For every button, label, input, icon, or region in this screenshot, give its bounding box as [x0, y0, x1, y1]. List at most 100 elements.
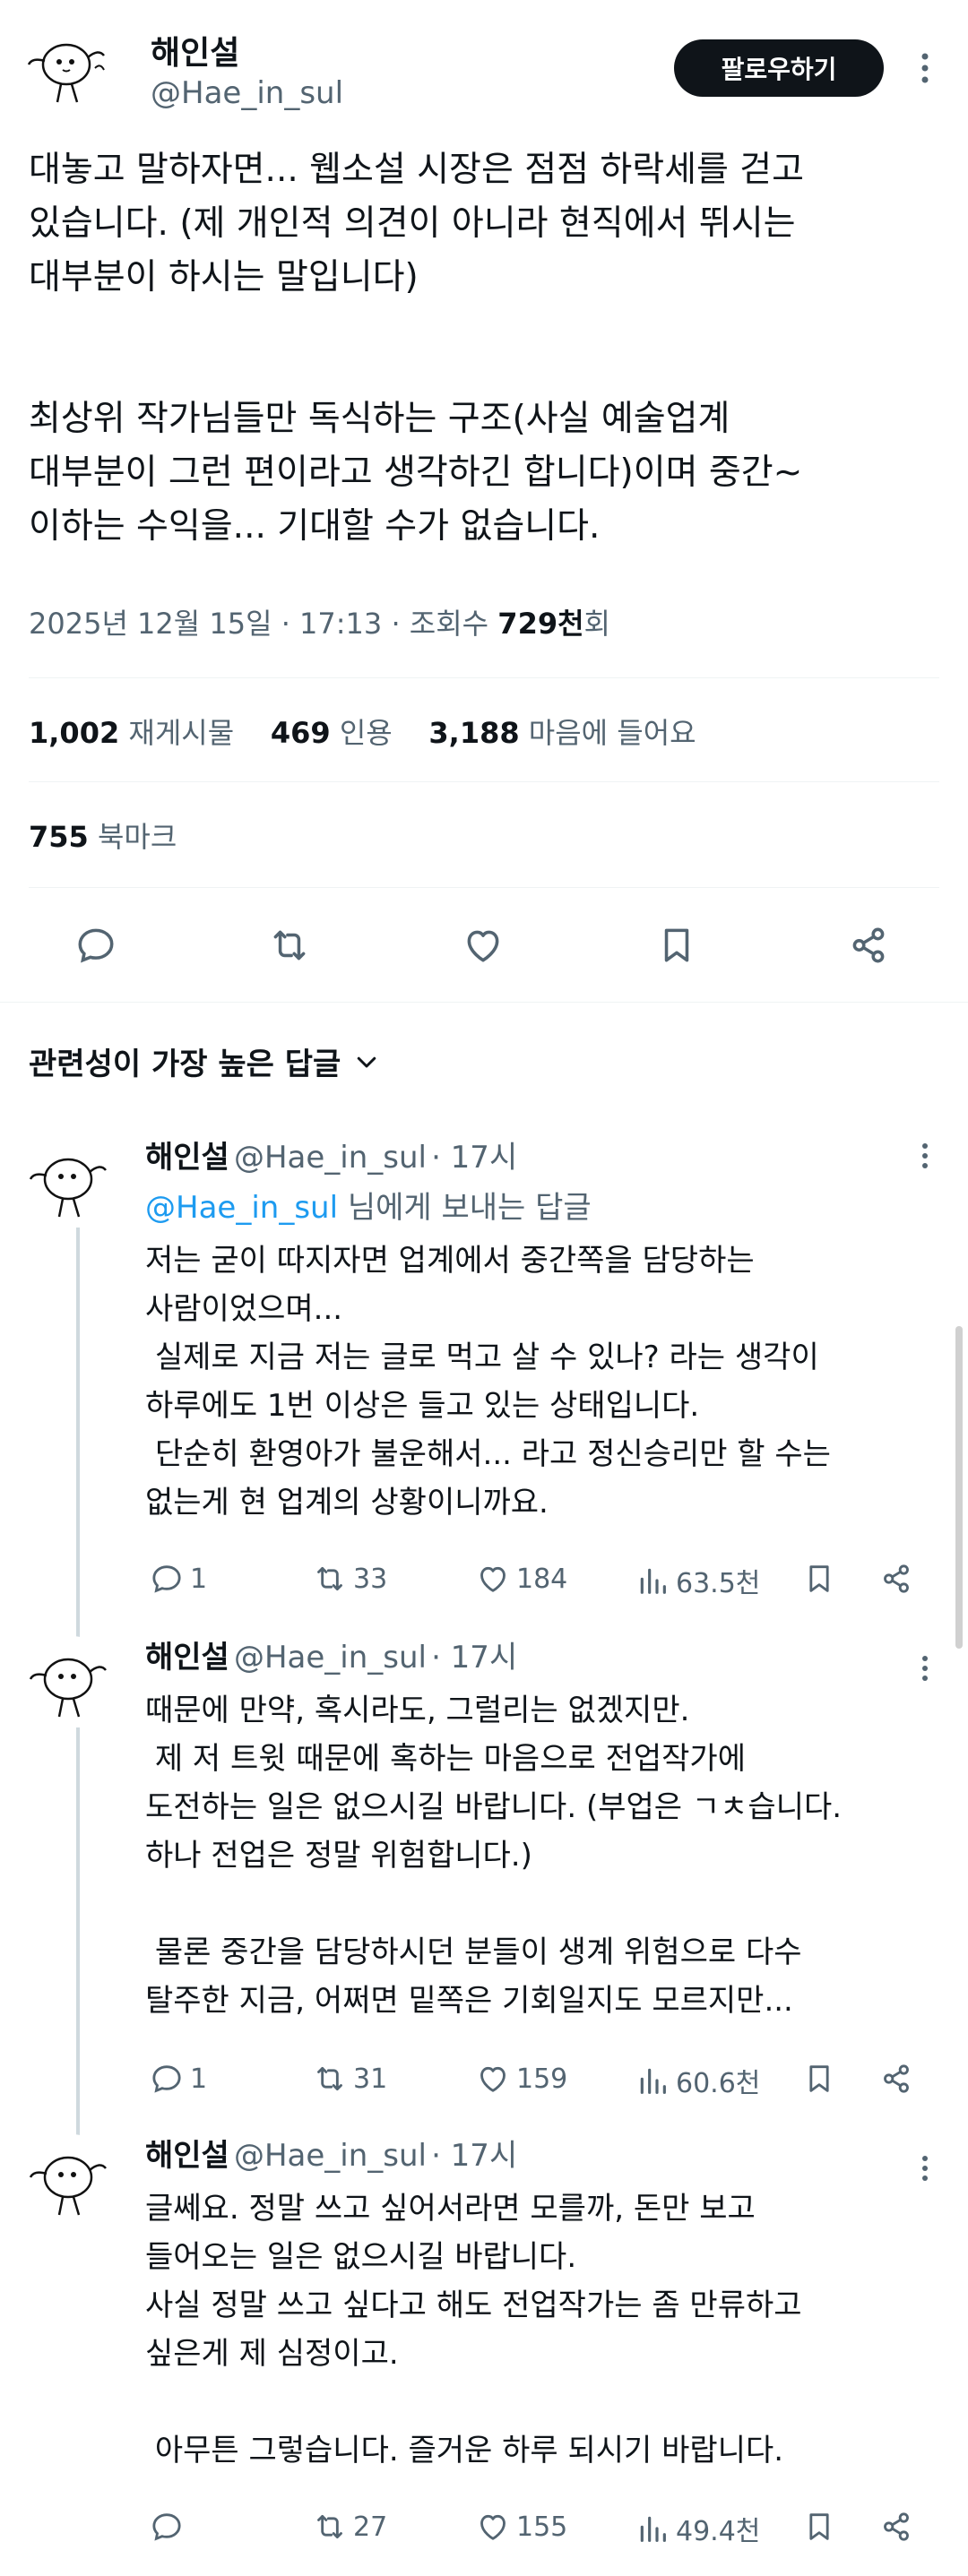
reply-button[interactable] — [73, 923, 118, 968]
like-button[interactable] — [461, 923, 506, 968]
reply-text: 글쎄요. 정말 쓰고 싶어서라면 모를까, 돈만 보고 들어오는 일은 없으시길… — [145, 2191, 802, 2468]
reply-text: 저는 굳이 따지자면 업계에서 중간쪽을 담당하는 사람이었으며... 실제로 … — [145, 1243, 831, 1521]
reply-like-button[interactable]: 159 — [475, 2061, 567, 2097]
more-options-icon[interactable] — [907, 50, 943, 86]
reply-time[interactable]: · 17시 — [431, 1140, 517, 1176]
reply-like-button[interactable]: 184 — [475, 1561, 567, 1597]
avatar-drawing-icon — [29, 2156, 107, 2216]
avatar-drawing-icon — [27, 43, 105, 103]
post-views-value: 729천 — [497, 607, 584, 641]
quotes-stat[interactable]: 469 인용 — [271, 716, 393, 750]
reply-icon — [152, 2065, 181, 2093]
reply-avatar[interactable] — [27, 2134, 117, 2224]
scrollbar[interactable] — [955, 1326, 963, 1649]
reply-header: 해인설 @Hae_in_sul · 17시 — [145, 1133, 517, 1176]
thread-line — [76, 1228, 80, 1649]
reply-share-button[interactable] — [878, 1561, 920, 1597]
reply-share-button[interactable] — [878, 2509, 920, 2545]
likes-label: 마음에 들어요 — [528, 716, 696, 750]
reply-icon — [152, 1565, 181, 1593]
share-icon — [852, 927, 885, 963]
reposts-stat[interactable]: 1,002 재게시물 — [29, 716, 234, 750]
reply-views-button[interactable]: 63.5천 — [635, 1561, 760, 1600]
post-date[interactable]: 2025년 12월 15일 · 17:13 — [29, 607, 382, 641]
heart-icon — [467, 930, 499, 962]
bookmark-icon — [664, 928, 689, 962]
repost-icon — [317, 2066, 342, 2091]
like-count: 159 — [516, 2063, 568, 2095]
reply-author-handle[interactable]: @Hae_in_sul — [234, 1140, 427, 1176]
bookmarks-count: 755 — [29, 820, 89, 854]
reply-author-handle[interactable]: @Hae_in_sul — [234, 2138, 427, 2174]
repost-count: 33 — [353, 1563, 388, 1595]
views-count: 60.6천 — [676, 2068, 761, 2099]
reply-author-handle[interactable]: @Hae_in_sul — [234, 1640, 427, 1676]
bookmark-icon — [809, 1565, 829, 1592]
share-icon — [884, 2064, 909, 2093]
reply-reply-button[interactable] — [149, 2509, 190, 2545]
reply-repost-button[interactable]: 27 — [312, 2509, 387, 2545]
reply-more-icon[interactable] — [907, 1138, 943, 1174]
views-chart-icon — [640, 2068, 666, 2094]
author-handle[interactable]: @Hae_in_sul — [151, 75, 343, 111]
reply-text: 때문에 만약, 혹시라도, 그럴리는 없겠지만. 제 저 트윗 때문에 혹하는 … — [145, 1693, 843, 2019]
reply-bookmark-button[interactable] — [801, 2509, 843, 2545]
reply-author-name[interactable]: 해인설 — [145, 2138, 229, 2174]
reply-to-suffix: 님에게 보내는 답글 — [347, 1190, 592, 1226]
reply-reply-button[interactable]: 1 — [149, 2061, 207, 2097]
post-views-label: · 조회수 — [391, 607, 489, 641]
reply-repost-button[interactable]: 33 — [312, 1561, 387, 1597]
repost-icon — [317, 2514, 342, 2539]
reply-avatar[interactable] — [27, 1636, 117, 1726]
repost-count: 31 — [353, 2063, 388, 2095]
like-count: 184 — [516, 1563, 568, 1595]
reply-bookmark-button[interactable] — [801, 1561, 843, 1597]
reply-bookmark-button[interactable] — [801, 2061, 843, 2097]
avatar[interactable] — [25, 22, 115, 111]
likes-count: 3,188 — [428, 716, 520, 750]
divider — [29, 781, 939, 782]
reply-sort-selector[interactable]: 관련성이 가장 높은 답글 — [29, 1039, 380, 1083]
bookmarks-stat[interactable]: 755 북마크 — [29, 817, 177, 857]
reply-more-icon[interactable] — [907, 1650, 943, 1686]
reply-icon — [152, 2513, 181, 2541]
reply-avatar[interactable] — [27, 1136, 117, 1226]
post-views-suffix: 회 — [583, 607, 610, 641]
reply-repost-button[interactable]: 31 — [312, 2061, 387, 2097]
quotes-label: 인용 — [339, 716, 393, 750]
reply-views-button[interactable]: 60.6천 — [635, 2061, 760, 2100]
share-icon — [884, 2512, 909, 2541]
likes-stat[interactable]: 3,188 마음에 들어요 — [428, 716, 696, 750]
reply-author-name[interactable]: 해인설 — [145, 1140, 229, 1176]
views-count: 49.4천 — [676, 2516, 761, 2547]
avatar-drawing-icon — [29, 1158, 107, 1218]
reposts-label: 재게시물 — [128, 716, 235, 750]
reply-header: 해인설 @Hae_in_sul · 17시 — [145, 1633, 517, 1676]
follow-button[interactable]: 팔로우하기 — [674, 39, 884, 97]
reply-time[interactable]: · 17시 — [431, 2138, 517, 2174]
reply-to-handle[interactable]: @Hae_in_sul — [145, 1190, 338, 1226]
repost-button[interactable] — [267, 923, 312, 968]
bookmark-button[interactable] — [654, 923, 699, 968]
reply-share-button[interactable] — [878, 2061, 920, 2097]
reply-time[interactable]: · 17시 — [431, 1640, 517, 1676]
thread-line — [76, 1727, 80, 2149]
author-name[interactable]: 해인설 — [151, 27, 239, 73]
reply-more-icon[interactable] — [907, 2150, 943, 2186]
reply-to-line: @Hae_in_sul 님에게 보내는 답글 — [145, 1183, 592, 1227]
repost-count: 27 — [353, 2511, 388, 2543]
reply-sort-label: 관련성이 가장 높은 답글 — [29, 1047, 341, 1082]
reply-reply-button[interactable]: 1 — [149, 1561, 207, 1597]
divider — [29, 887, 939, 888]
bookmark-icon — [809, 2065, 829, 2092]
reply-views-button[interactable]: 49.4천 — [635, 2509, 760, 2548]
avatar-drawing-icon — [29, 1658, 107, 1718]
reply-count: 1 — [190, 1563, 208, 1595]
quotes-count: 469 — [270, 716, 331, 750]
like-count: 155 — [516, 2511, 568, 2543]
reply-like-button[interactable]: 155 — [475, 2509, 567, 2545]
reply-author-name[interactable]: 해인설 — [145, 1640, 229, 1676]
reply-header: 해인설 @Hae_in_sul · 17시 — [145, 2131, 517, 2175]
divider — [29, 677, 939, 678]
share-button[interactable] — [846, 923, 891, 968]
